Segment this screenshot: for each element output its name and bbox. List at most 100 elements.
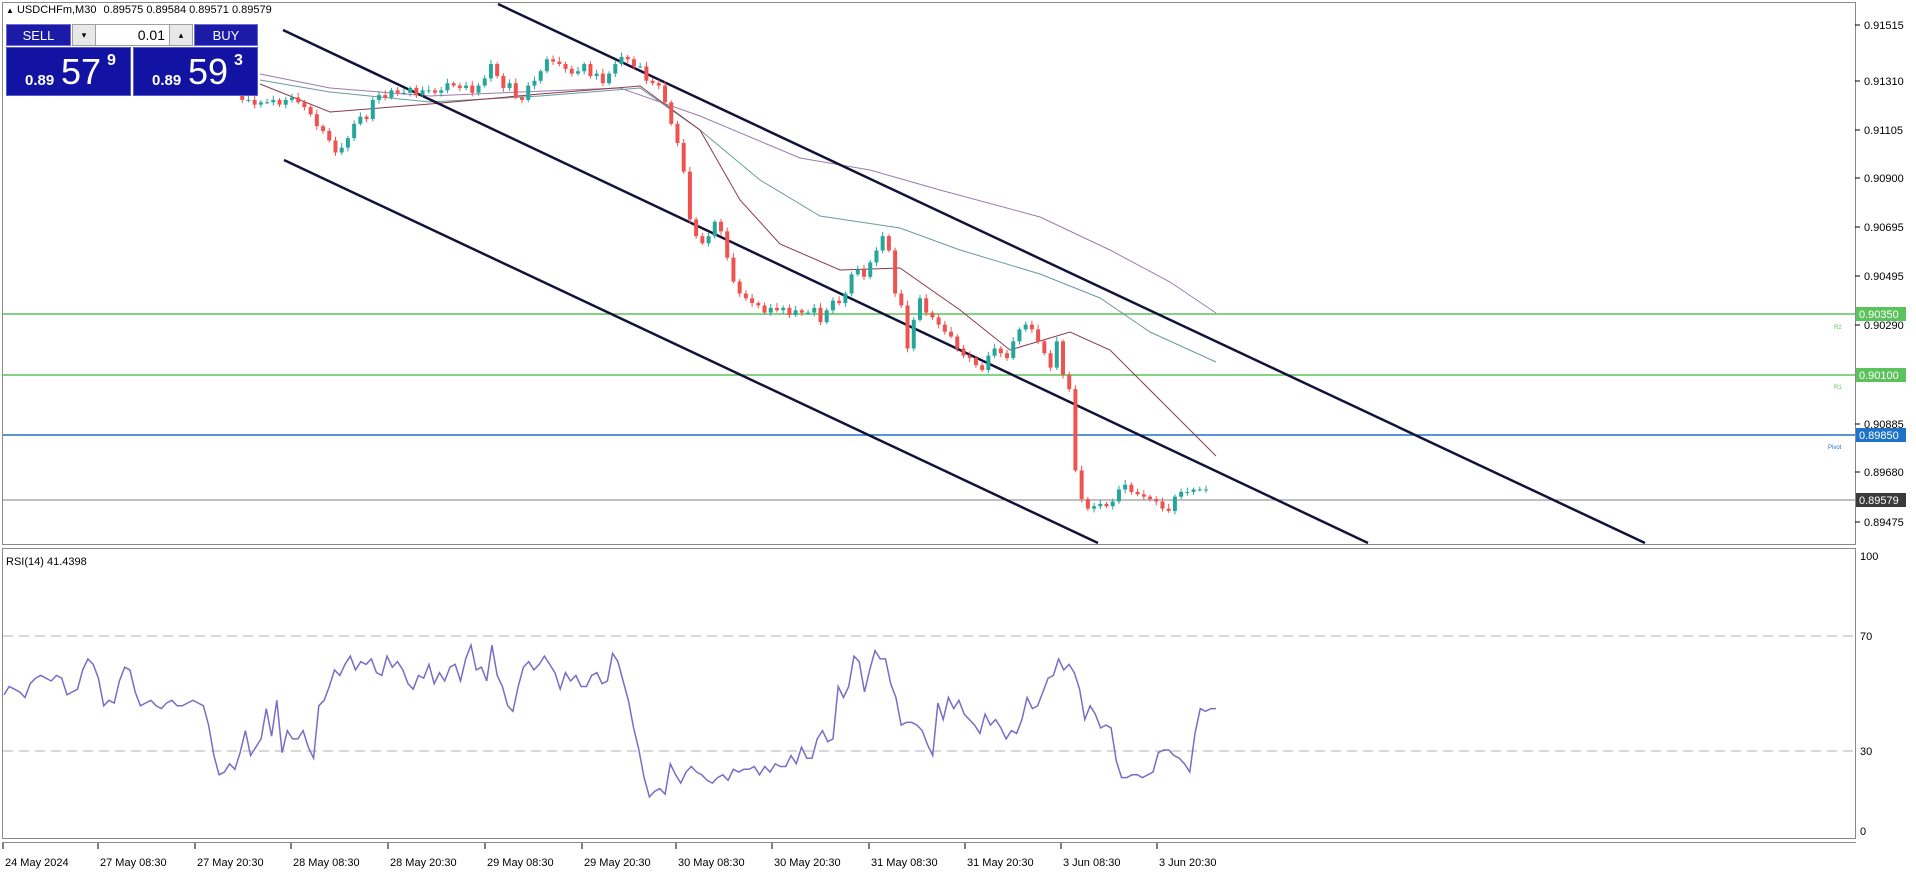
- candle: [414, 85, 419, 98]
- candle: [750, 293, 755, 307]
- sell-price-button[interactable]: 0.89 57 9: [6, 47, 131, 96]
- time-axis-label: 27 May 20:30: [197, 857, 264, 869]
- price-tag-value: 0.90100: [1859, 370, 1899, 382]
- candle: [308, 103, 313, 117]
- chart-title: ▲ USDCHFm,M30 0.89575 0.89584 0.89571 0.…: [6, 4, 272, 16]
- time-axis-label: 30 May 08:30: [678, 857, 745, 869]
- ma-mid-line: [259, 79, 1217, 363]
- candle: [327, 128, 332, 143]
- buy-price-big: 59: [188, 51, 229, 92]
- candle: [1141, 489, 1146, 501]
- buy-button[interactable]: BUY: [194, 24, 258, 46]
- time-axis-label: 29 May 20:30: [584, 857, 651, 869]
- candle: [992, 343, 997, 359]
- candle: [743, 290, 748, 301]
- price-tag: 0.89579: [1856, 493, 1906, 507]
- candle: [1204, 485, 1208, 493]
- candlestick-series: [234, 52, 1208, 515]
- candle: [893, 247, 898, 297]
- candle: [575, 66, 580, 76]
- candle: [936, 314, 941, 329]
- price-axis-label: 0.90900: [1864, 173, 1904, 185]
- candle: [781, 305, 786, 315]
- candle: [1048, 349, 1053, 371]
- candle: [625, 54, 630, 64]
- price-axis-label: 0.90495: [1864, 271, 1904, 283]
- candle: [1042, 338, 1047, 356]
- candle: [874, 247, 879, 267]
- candle: [1098, 499, 1103, 510]
- candle: [868, 260, 873, 280]
- price-axis-label: 0.91105: [1864, 125, 1903, 137]
- candle: [296, 92, 301, 105]
- candle: [1129, 482, 1134, 495]
- candle: [843, 291, 848, 307]
- candle: [862, 264, 867, 281]
- price-tag-value: 0.90350: [1859, 309, 1899, 321]
- candle: [1085, 496, 1090, 512]
- rsi-axis-label: 100: [1860, 551, 1878, 563]
- candle: [1197, 486, 1202, 492]
- candle: [998, 346, 1003, 358]
- r2-level-label: R2: [1834, 325, 1842, 331]
- candle: [917, 294, 922, 322]
- candle: [911, 317, 916, 352]
- chart-canvas[interactable]: 0.91515 0.91310 0.91105 0.90900 0.90695 0.904…: [0, 0, 1916, 874]
- sell-price-sup: 9: [107, 52, 116, 69]
- candle: [445, 78, 450, 94]
- lot-increase-icon[interactable]: ▴: [169, 25, 192, 45]
- candle: [488, 59, 493, 82]
- rsi-indicator-label: RSI(14) 41.4398: [6, 556, 87, 568]
- candle: [762, 302, 767, 315]
- lot-decrease-icon[interactable]: ▾: [73, 25, 96, 45]
- candle: [252, 95, 257, 109]
- time-axis-label: 31 May 08:30: [871, 857, 938, 869]
- candle: [1135, 488, 1140, 497]
- price-axis-label: 0.90695: [1864, 222, 1904, 234]
- candle: [830, 297, 835, 314]
- candle: [1191, 487, 1196, 495]
- candle: [961, 345, 966, 359]
- candle: [756, 301, 761, 309]
- candle: [377, 91, 382, 104]
- candle: [905, 300, 910, 353]
- candle: [457, 82, 462, 92]
- candle: [352, 120, 357, 142]
- candle: [395, 86, 400, 97]
- buy-price-button[interactable]: 0.89 59 3: [133, 47, 258, 96]
- candle: [513, 78, 518, 100]
- candle: [600, 68, 605, 87]
- ma-fast-line: [259, 83, 1217, 457]
- candle: [271, 95, 276, 106]
- candle: [333, 136, 338, 156]
- candle: [980, 362, 985, 372]
- candle: [644, 61, 649, 85]
- time-axis-label: 24 May 2024: [5, 857, 69, 869]
- candle: [526, 82, 531, 103]
- channel-upper-line[interactable]: [497, 2, 1646, 545]
- candle: [694, 217, 699, 240]
- candle: [949, 326, 954, 339]
- candle: [426, 85, 431, 94]
- candle: [725, 227, 730, 261]
- candle: [818, 303, 823, 326]
- time-axis-label: 3 Jun 20:30: [1159, 857, 1217, 869]
- candle: [930, 310, 935, 320]
- candle: [837, 296, 842, 306]
- candle: [1172, 494, 1177, 515]
- lot-size-input[interactable]: [96, 25, 169, 45]
- time-axis-label: 28 May 08:30: [293, 857, 360, 869]
- channel-middle-line[interactable]: [282, 28, 1369, 545]
- candle: [588, 61, 593, 79]
- time-axis-label: 31 May 20:30: [967, 857, 1034, 869]
- candle: [719, 218, 723, 236]
- symbol-label: USDCHFm,M30: [16, 4, 97, 16]
- candle: [924, 293, 929, 316]
- r1-level-label: R1: [1834, 385, 1842, 391]
- candle: [663, 81, 668, 106]
- sell-price-big: 57: [61, 51, 102, 92]
- candle: [774, 303, 779, 313]
- candle: [482, 75, 487, 88]
- sell-button[interactable]: SELL: [6, 24, 71, 46]
- rsi-axis-label: 0: [1860, 826, 1866, 838]
